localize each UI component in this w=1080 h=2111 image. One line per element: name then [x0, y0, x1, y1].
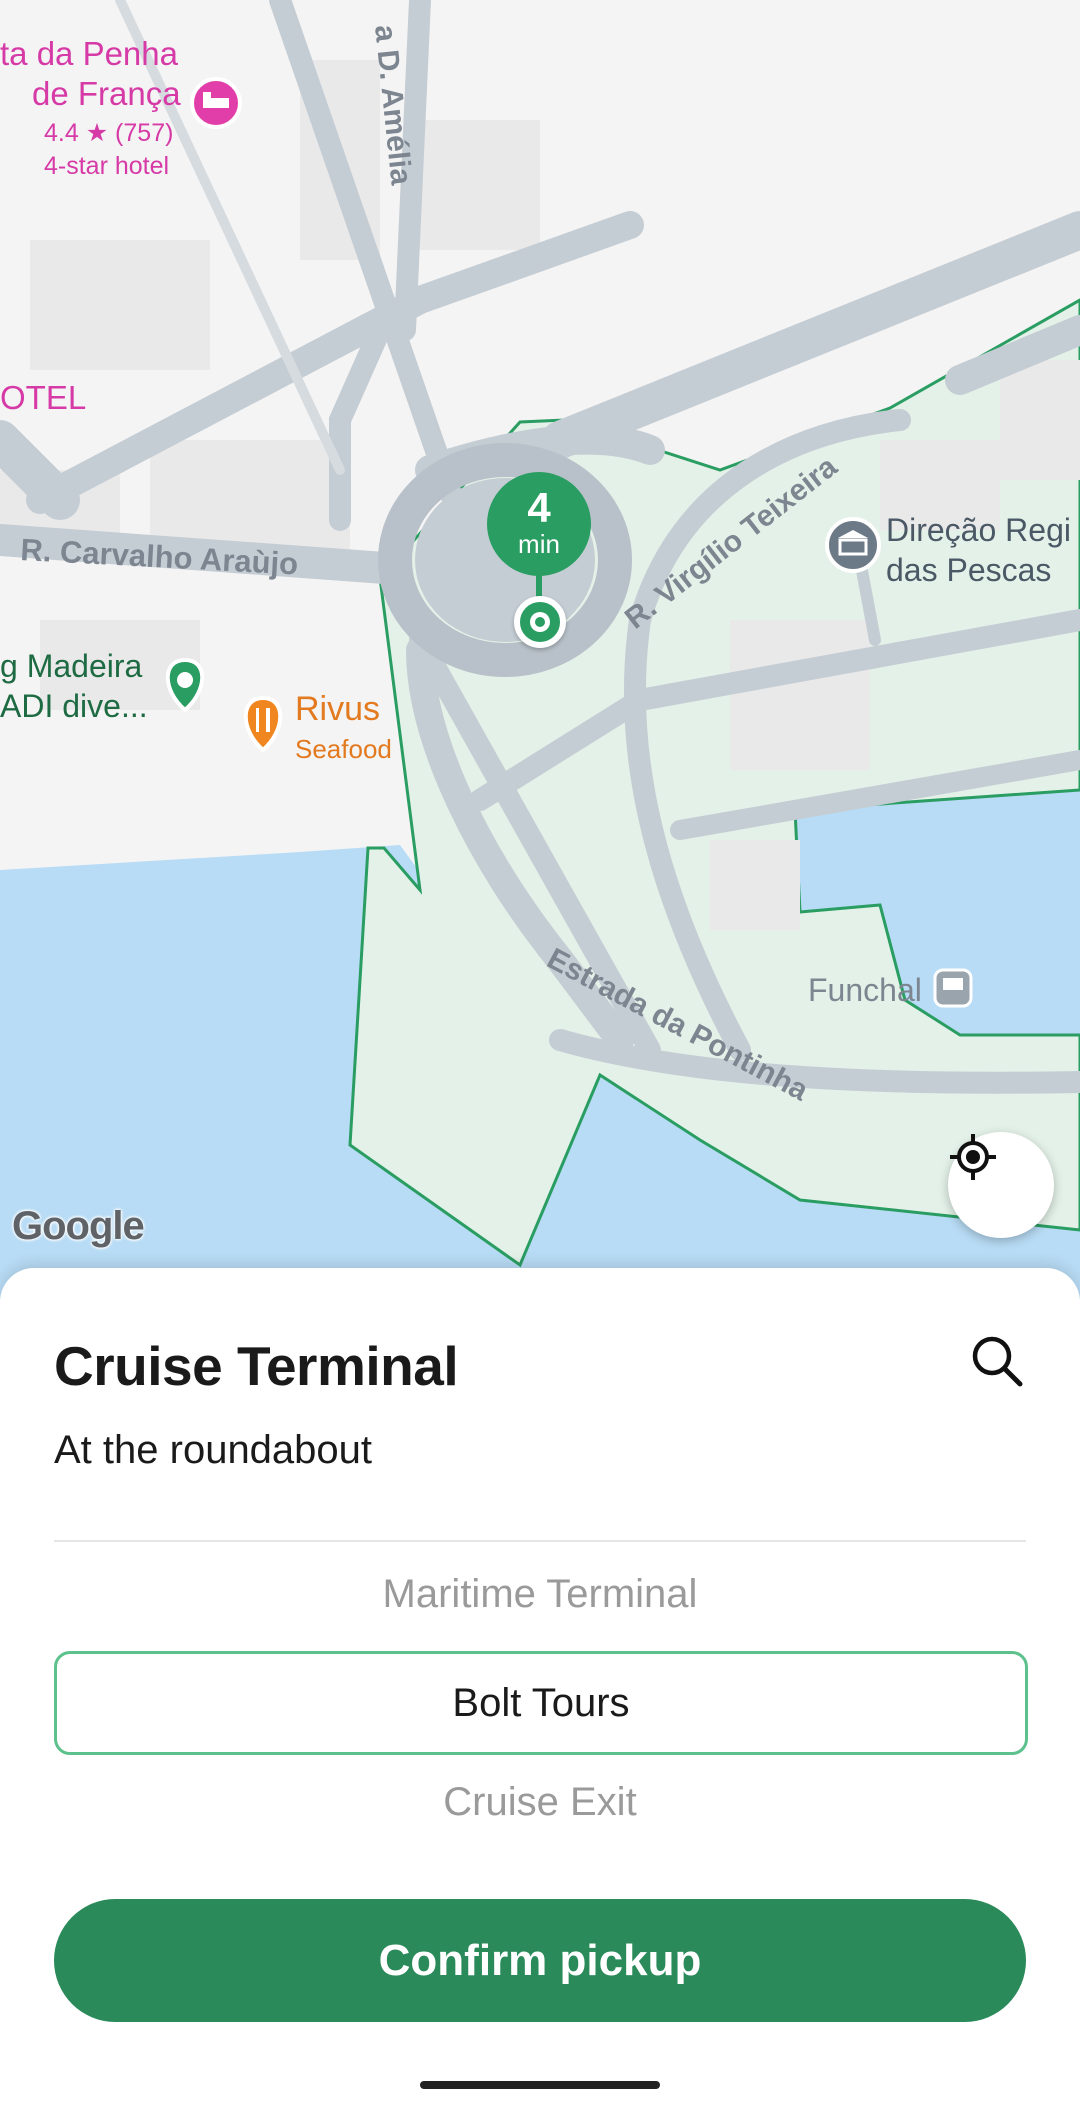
search-button[interactable]	[968, 1332, 1026, 1390]
gov-poi-line1[interactable]: Direção Regi	[886, 510, 1071, 550]
fork-knife-icon	[243, 695, 283, 753]
pickup-option-bolt-tours[interactable]: Bolt Tours	[54, 1651, 1028, 1755]
my-location-button[interactable]	[948, 1132, 1054, 1238]
map-canvas: a D. Amélia R. Virgílio Teixeira Estrada…	[0, 0, 1080, 1300]
hotel-category: 4-star hotel	[44, 152, 170, 180]
pickup-eta-badge: 4 min	[487, 472, 591, 576]
restaurant-name[interactable]: Rivus	[295, 690, 380, 729]
my-location-icon	[950, 1134, 996, 1180]
hotel-rating: 4.4 ★ (757)	[44, 119, 174, 147]
bus-icon	[933, 968, 973, 1008]
pickup-option-cruise-exit[interactable]: Cruise Exit	[54, 1780, 1026, 1825]
map-view[interactable]: a D. Amélia R. Virgílio Teixeira Estrada…	[0, 0, 1080, 1300]
confirm-pickup-label: Confirm pickup	[378, 1935, 702, 1985]
government-building-icon	[825, 517, 881, 573]
pickup-title: Cruise Terminal	[54, 1335, 459, 1397]
gov-poi-line2[interactable]: das Pescas	[886, 550, 1051, 590]
eta-value: 4	[527, 484, 551, 531]
pickup-option-maritime-terminal[interactable]: Maritime Terminal	[54, 1572, 1026, 1617]
pickup-bottom-sheet: Cruise Terminal At the roundabout Mariti…	[0, 1268, 1080, 2111]
dive-poi-line1[interactable]: g Madeira	[0, 646, 142, 686]
home-indicator[interactable]	[420, 2081, 660, 2089]
funchal-stop-label[interactable]: Funchal	[808, 970, 922, 1010]
pickup-subtitle: At the roundabout	[54, 1428, 373, 1472]
divider	[54, 1540, 1026, 1542]
pickup-option-label: Bolt Tours	[452, 1680, 630, 1725]
pickup-pin-icon[interactable]	[514, 596, 566, 648]
eta-unit: min	[518, 529, 560, 559]
hotel-name-line2[interactable]: de França	[32, 74, 181, 114]
google-attribution: Google	[12, 1204, 145, 1248]
hotel-label-partial[interactable]: OTEL	[0, 378, 86, 418]
confirm-pickup-button[interactable]: Confirm pickup	[54, 1899, 1026, 2022]
hotel-name-line1[interactable]: ta da Penha	[0, 34, 178, 74]
restaurant-category: Seafood	[295, 734, 392, 764]
hotel-bed-icon	[190, 77, 242, 129]
dive-poi-line2[interactable]: ADI dive...	[0, 686, 148, 726]
search-icon	[972, 1336, 1023, 1387]
